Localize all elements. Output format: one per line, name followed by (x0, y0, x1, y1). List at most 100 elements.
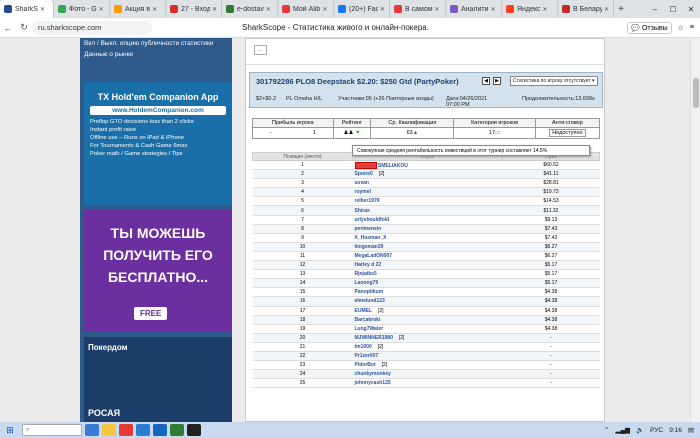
player-link[interactable]: Lung7Water (355, 326, 384, 332)
table-row: 21 tm1000 [2] - (252, 342, 600, 352)
player-link[interactable]: Harley d 22 (355, 262, 382, 268)
maximize-button[interactable]: ☐ (664, 5, 682, 14)
player-link[interactable]: Panoptikum (355, 289, 384, 295)
store-icon[interactable] (153, 424, 167, 436)
row-prize: - (550, 362, 552, 369)
tab-close-icon[interactable]: ✕ (543, 6, 548, 13)
new-tab-button[interactable]: + (614, 4, 628, 15)
player-stats-select[interactable]: Статистика по игроку отсутствует ▾ (510, 76, 598, 86)
windows-start-icon[interactable]: ⊞ (0, 425, 20, 436)
player-link[interactable]: Shirax (355, 208, 370, 214)
browser-tab[interactable]: 27 - Вход ✕ (166, 0, 222, 18)
edge-browser-icon[interactable] (136, 424, 150, 436)
player-link[interactable]: chunkymonkey (355, 371, 391, 377)
browser-tab[interactable]: SharkS ✕ (0, 0, 54, 18)
browser-tab[interactable]: Фото - G ✕ (54, 0, 110, 18)
row-position: 6 (301, 207, 304, 214)
player-link[interactable]: tm1000 (355, 344, 372, 350)
player-link[interactable]: Pr1zer007 (355, 353, 379, 359)
url-field[interactable]: ru.sharkscope.com (32, 20, 152, 35)
player-link[interactable]: sovan (355, 180, 369, 186)
tab-close-icon[interactable]: ✕ (99, 6, 104, 13)
player-link[interactable]: Spoire0 (355, 171, 373, 177)
bookmark-star-icon[interactable]: ☆ (678, 24, 684, 32)
player-link[interactable]: elmelund123 (355, 298, 385, 304)
market-data-link[interactable]: Данные о рынке (80, 49, 232, 60)
tournament-game: PL Omaha H/L (286, 96, 323, 102)
url-text: ru.sharkscope.com (38, 23, 102, 32)
browser-tab[interactable]: (20+) Fac ✕ (334, 0, 390, 18)
free-offer-banner[interactable]: ТЫ МОЖЕШЬ ПОЛУЧИТЬ ЕГО БЕСПЛАТНО... FREE (84, 210, 232, 332)
player-link[interactable]: relber1979 (355, 198, 380, 204)
volume-icon[interactable]: 🔈 (636, 426, 644, 434)
player-link[interactable]: Laoong79 (355, 280, 379, 286)
player-link[interactable]: PidorBot (355, 362, 376, 368)
player-link[interactable]: MJWINNER1980 (355, 335, 393, 341)
chrome-icon[interactable] (170, 424, 184, 436)
summary-header-anti: Анти-сговор (534, 118, 601, 128)
scrollbar-thumb[interactable] (693, 78, 699, 108)
menu-icon[interactable]: ≡ (690, 24, 694, 31)
browser-tab[interactable]: В Беларус✕ (558, 0, 614, 18)
notifications-icon[interactable]: ▤ (688, 426, 694, 434)
next-tournament-button[interactable]: ▶ (493, 77, 501, 85)
tab-close-icon[interactable]: ✕ (322, 6, 327, 13)
back-icon[interactable]: ← (0, 23, 16, 33)
tab-close-icon[interactable]: ✕ (604, 6, 609, 13)
row-prize: $4.38 (544, 289, 558, 296)
player-link[interactable]: kingxman39 (355, 244, 384, 250)
browser-tab[interactable]: Мой Alib ✕ (278, 0, 334, 18)
categories-icon[interactable]: ▭ (495, 130, 500, 136)
tab-close-icon[interactable]: ✕ (266, 6, 271, 13)
table-row: 15 Panoptikum $4.38 (252, 287, 600, 298)
taskbar-search[interactable]: ⌕ (22, 424, 82, 436)
tab-close-icon[interactable]: ✕ (212, 6, 217, 13)
tab-close-icon[interactable]: ✕ (152, 6, 157, 13)
pokerdom-banner[interactable]: Покердом РОСАЯ (84, 337, 232, 422)
player-link[interactable]: perimenein (355, 226, 382, 232)
row-position: 16 (299, 298, 306, 305)
player-link[interactable]: roymel (355, 189, 371, 195)
holdem-companion-banner[interactable]: TX Hold'em Companion App www.HoldemCompa… (84, 82, 232, 205)
tab-close-icon[interactable]: ✕ (40, 6, 45, 13)
row-position: 13 (299, 271, 306, 278)
tray-up-arrow-icon[interactable]: ⌃ (604, 426, 609, 434)
player-link[interactable]: MegaLadON007 (355, 253, 393, 259)
minimize-button[interactable]: – (646, 5, 664, 14)
network-icon[interactable]: ▂▄▆ (615, 426, 630, 434)
prev-tournament-button[interactable]: ◀ (482, 77, 490, 85)
close-window-button[interactable]: ✕ (682, 5, 700, 14)
clock[interactable]: 9:16 (669, 427, 682, 434)
language-indicator[interactable]: РУС (650, 427, 663, 434)
player-link[interactable]: SMELIAKOU (378, 162, 408, 168)
player-link[interactable]: urlyshouldfold (355, 217, 390, 223)
browser-tab[interactable]: Аналити ✕ (446, 0, 502, 18)
reload-icon[interactable]: ↻ (16, 22, 32, 33)
page-scrollbar[interactable] (690, 38, 700, 422)
terminal-icon[interactable] (187, 424, 201, 436)
browser-tab[interactable]: Яндекс ✕ (502, 0, 558, 18)
player-link[interactable]: X_Hosman_X (355, 235, 387, 241)
player-link[interactable]: Barcakroki (355, 317, 381, 323)
banner2-line3: БЕСПЛАТНО... (107, 269, 209, 285)
yandex-browser-icon[interactable] (119, 424, 133, 436)
reentry-count: [2] (377, 343, 384, 350)
player-link[interactable]: Rjnjatkx5 (355, 271, 377, 277)
browser-tab[interactable]: Акция в ✕ (110, 0, 166, 18)
tab-close-icon[interactable]: ✕ (491, 6, 496, 13)
tab-title: e-dostav (237, 5, 264, 13)
tab-close-icon[interactable]: ✕ (435, 6, 440, 13)
tab-close-icon[interactable]: ✕ (380, 6, 385, 13)
player-link[interactable]: EUMEL (355, 308, 373, 314)
table-row: 6 Shirax $11.32 (252, 205, 600, 216)
player-stats-select-value: Статистика по игроку отсутствует (513, 78, 591, 84)
row-position: 21 (299, 343, 306, 350)
public-stats-link[interactable]: Вкл / Выкл. опцию публичности статистики (80, 38, 232, 49)
browser-tab[interactable]: e-dostav ✕ (222, 0, 278, 18)
reviews-button[interactable]: 💬 Отзывы (627, 21, 672, 34)
player-link[interactable]: johnnycash125 (355, 380, 391, 386)
task-view-icon[interactable] (85, 424, 99, 436)
search-mini-button[interactable]: … (254, 45, 267, 55)
file-explorer-icon[interactable] (102, 424, 116, 436)
browser-tab[interactable]: В самом ✕ (390, 0, 446, 18)
